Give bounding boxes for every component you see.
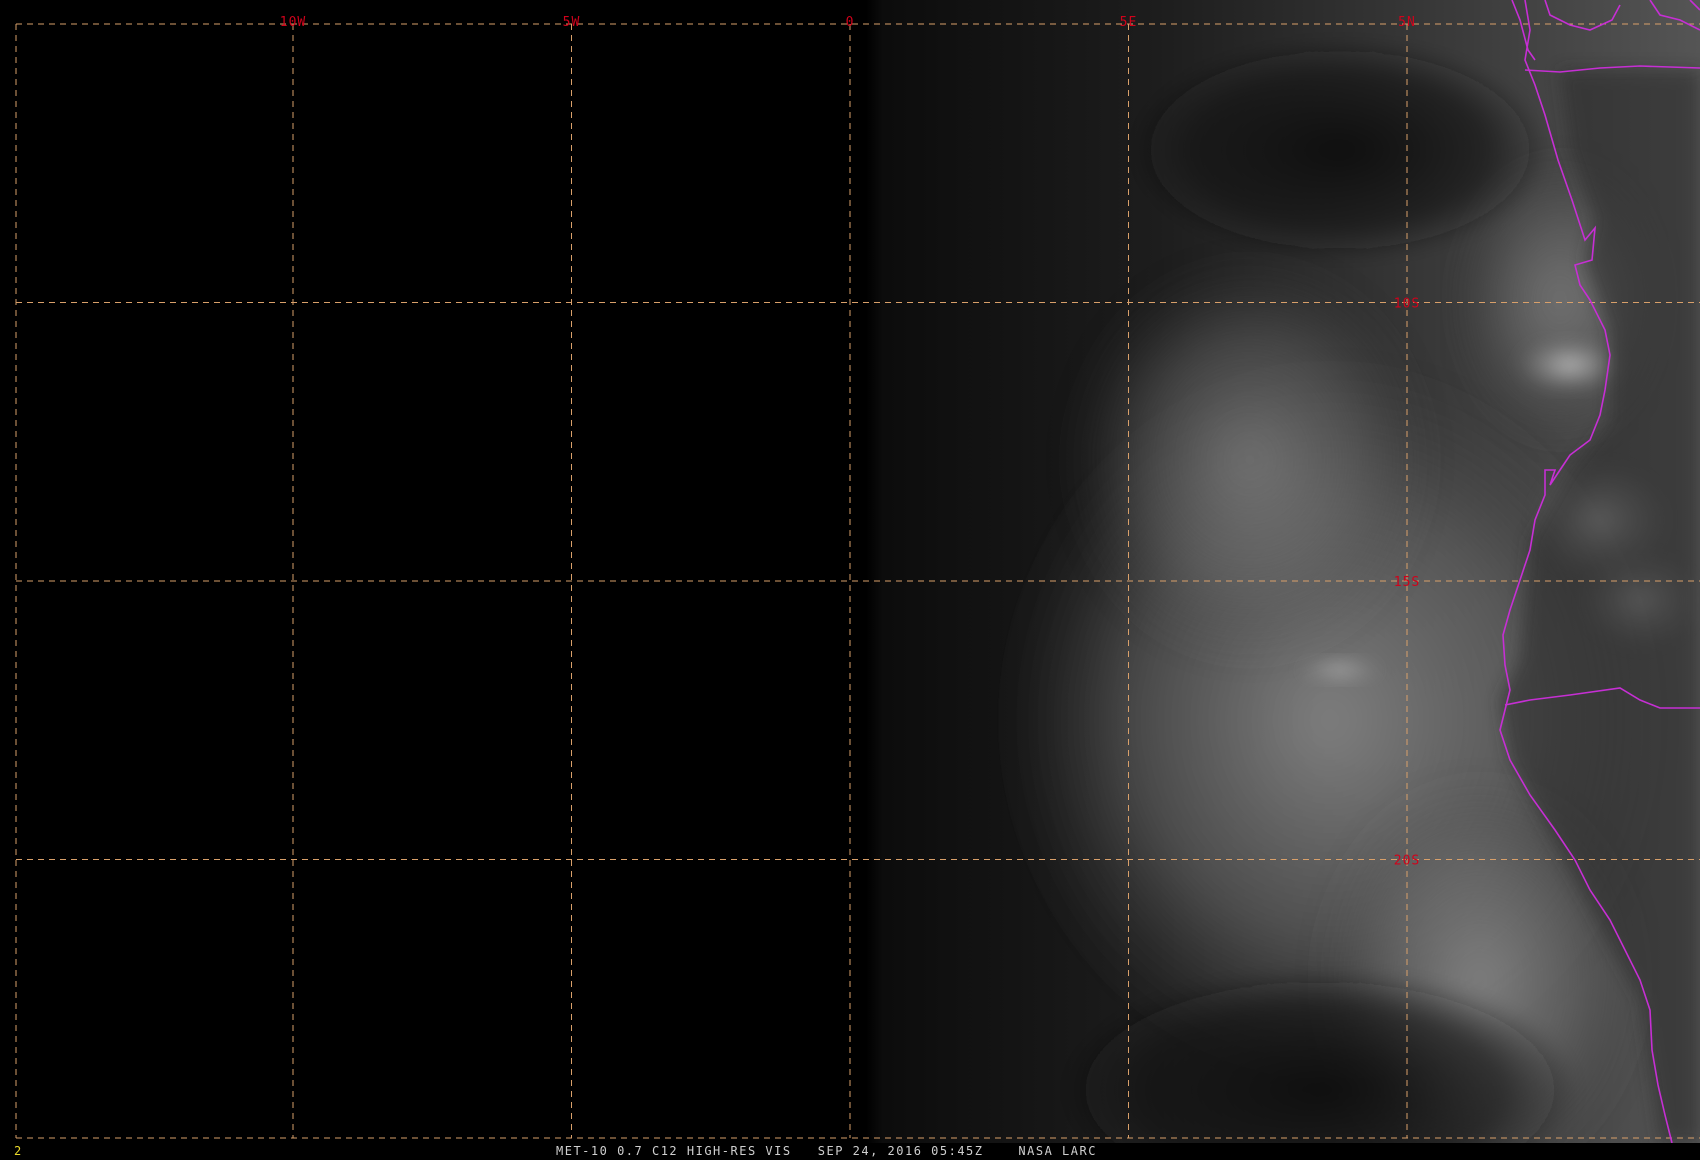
longitude-label-0: 10W [280, 15, 306, 30]
angola-namibia-border [1504, 687, 1700, 709]
map-overlay: 10W 5W 0 5E 5N 10S 15S 20S [15, 0, 1700, 1144]
political-borders [1499, 0, 1700, 1144]
satellite-viewer: 10W 5W 0 5E 5N 10S 15S 20S 2 MET-10 0.7 C12 HIG… [0, 0, 1700, 1160]
lat-lon-grid [15, 23, 1700, 1139]
longitude-label-1: 5W [563, 15, 581, 30]
longitude-label-4: 5N [1398, 15, 1416, 30]
latitude-label-2: 20S [1394, 854, 1420, 869]
status-bar: 2 MET-10 0.7 C12 HIGH-RES VIS SEP 24, 20… [0, 1143, 1700, 1160]
latitude-label-0: 10S [1394, 297, 1420, 312]
longitude-label-2: 0 [846, 15, 855, 30]
image-caption: MET-10 0.7 C12 HIGH-RES VIS SEP 24, 2016… [556, 1144, 1097, 1158]
latitude-label-1: 15S [1394, 575, 1420, 590]
frame-number: 2 [14, 1144, 22, 1158]
coastline-border [1499, 0, 1673, 1144]
northern-border [1524, 65, 1700, 73]
longitude-label-3: 5E [1120, 15, 1138, 30]
northern-inland-border [1511, 0, 1700, 61]
